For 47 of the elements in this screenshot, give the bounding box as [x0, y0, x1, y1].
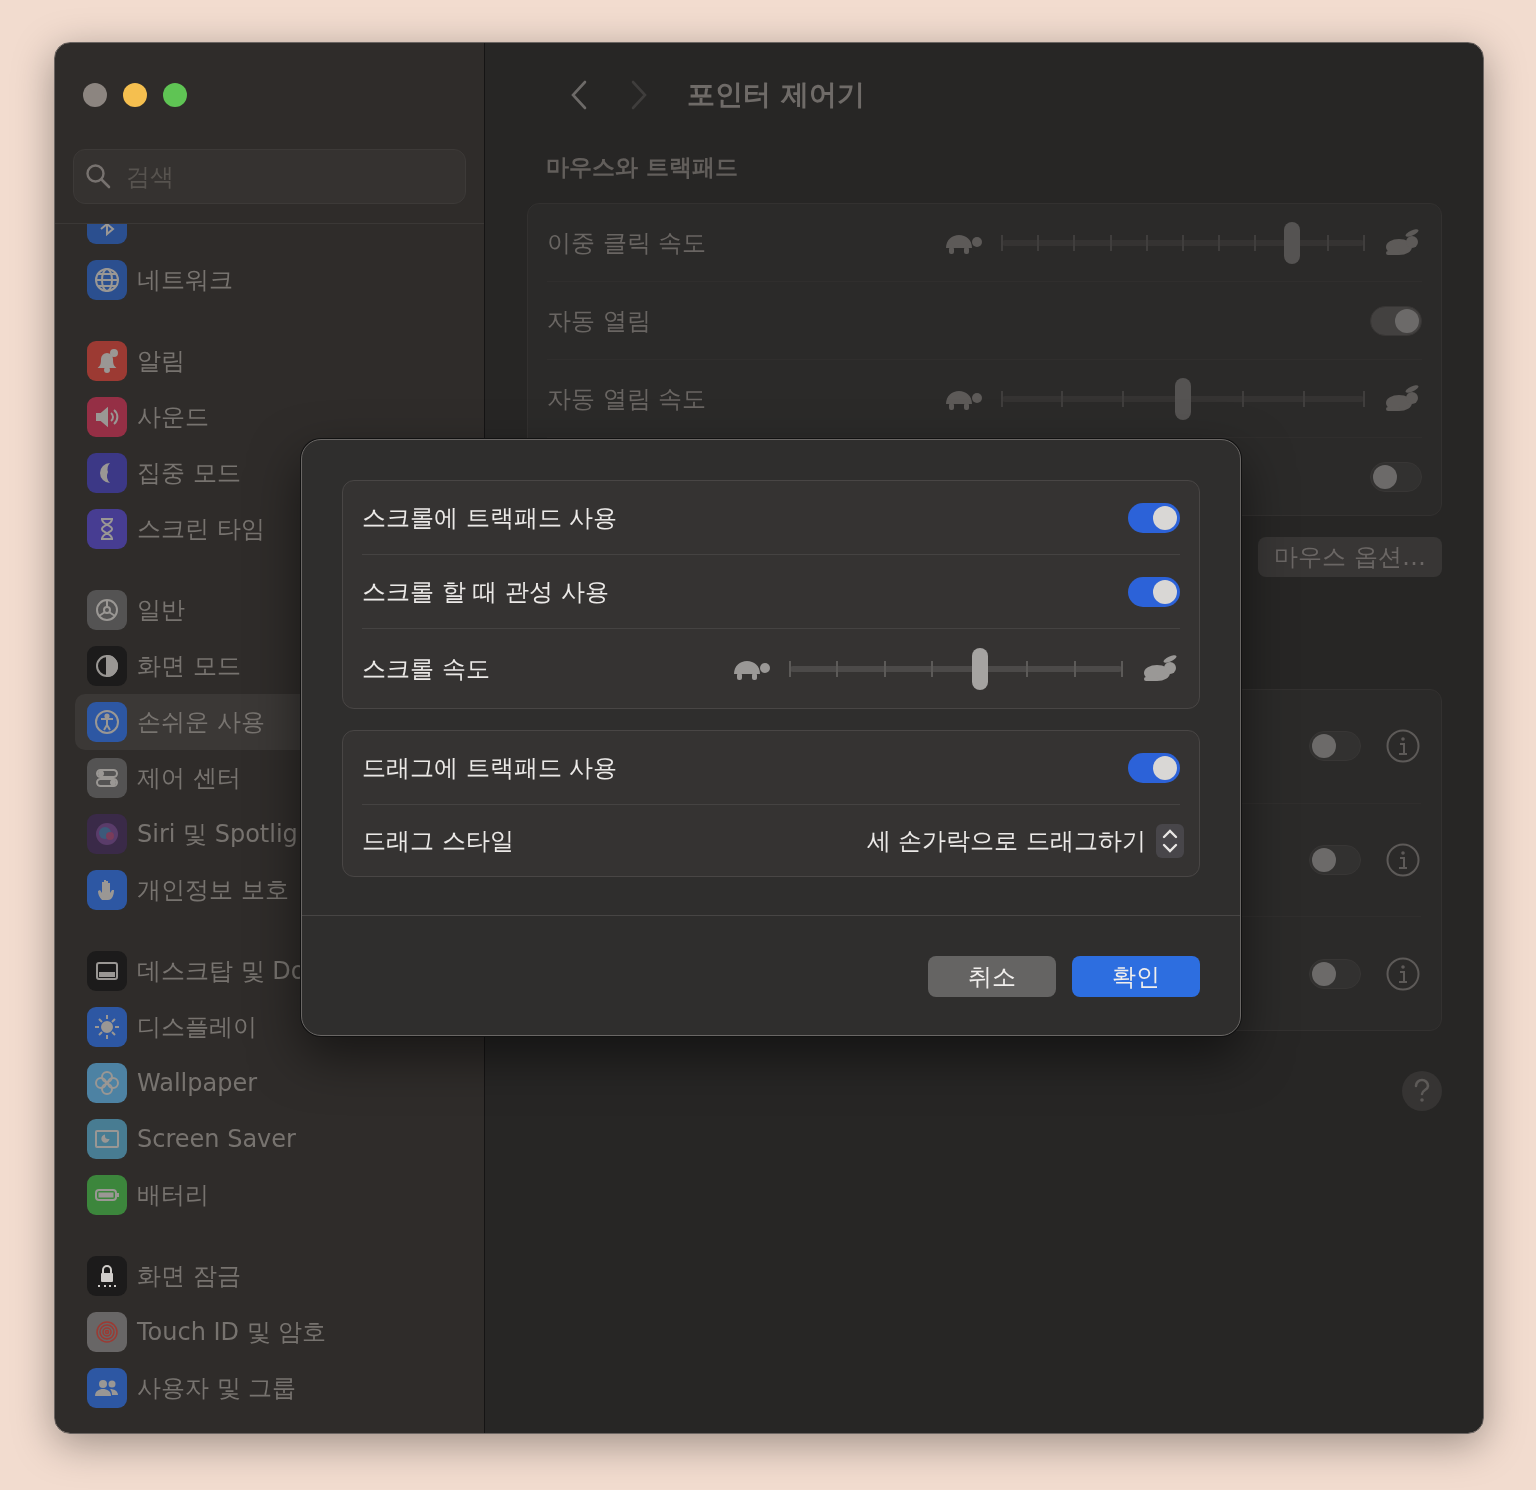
sidebar-item[interactable]: 사운드 [75, 389, 476, 445]
setting-label: 드래그 스타일 [362, 825, 514, 857]
sidebar-item[interactable]: 디스플레이 [75, 999, 476, 1055]
confirm-button[interactable]: 확인 [1072, 956, 1200, 997]
slider-thumb[interactable] [1175, 377, 1191, 420]
info-icon[interactable] [1385, 842, 1421, 878]
sidebar-item[interactable]: 네트워크 [75, 252, 476, 308]
toggle-switch[interactable] [1309, 958, 1361, 989]
info-icon[interactable] [1385, 955, 1421, 992]
sidebar-item[interactable]: 화면 잠금 [75, 1248, 476, 1304]
setting-label: 드래그에 트랙패드 사용 [362, 752, 618, 784]
setting-label: 이중 클릭 속도 [547, 227, 707, 259]
sidebar-item[interactable]: Touch ID 및 암호 [75, 1304, 476, 1360]
stepper-icon[interactable] [1156, 823, 1184, 858]
close-button[interactable] [83, 83, 107, 107]
zoom-button[interactable] [163, 83, 187, 107]
toggle-switch[interactable] [1309, 845, 1361, 875]
sidebar-item[interactable]: 배터리 [75, 1167, 476, 1223]
cancel-button[interactable]: 취소 [928, 956, 1056, 997]
page-title: 포인터 제어기 [687, 77, 865, 113]
toggle-switch[interactable] [1128, 576, 1180, 607]
toggle-switch[interactable] [1309, 731, 1361, 762]
setting-label: 자동 열림 [547, 305, 651, 337]
sidebar-item[interactable]: 알림 [75, 333, 476, 389]
popup-value[interactable]: 세 손가락으로 드래그하기 [866, 824, 1146, 857]
setting-label: 스크롤에 트랙패드 사용 [362, 502, 618, 534]
toggle-switch[interactable] [1370, 305, 1422, 336]
sidebar-item[interactable]: Screen Saver [75, 1111, 476, 1167]
forward-button[interactable] [629, 79, 649, 111]
toggle-switch[interactable] [1128, 752, 1180, 783]
toggle-switch[interactable] [1128, 502, 1180, 533]
slider-thumb[interactable] [971, 647, 988, 690]
setting-label: 스크롤 할 때 관성 사용 [362, 576, 609, 608]
info-icon[interactable] [1385, 728, 1421, 765]
sidebar-item[interactable]: Wallpaper [75, 1055, 476, 1111]
back-button[interactable] [569, 79, 589, 111]
toggle-switch[interactable] [1370, 461, 1422, 492]
search-icon [85, 163, 111, 189]
section-heading: 마우스와 트랙패드 [546, 153, 739, 182]
slider-thumb[interactable] [1283, 221, 1300, 264]
sidebar-item[interactable]: 집중 모드 [75, 445, 476, 501]
help-button[interactable] [1402, 1071, 1442, 1111]
setting-label: 자동 열림 속도 [547, 383, 707, 415]
sidebar-item[interactable]: 개인정보 보호 [75, 862, 476, 918]
setting-label: 스크롤 속도 [362, 653, 490, 685]
minimize-button[interactable] [123, 83, 147, 107]
sidebar-item[interactable]: 사용자 및 그룹 [75, 1360, 476, 1416]
